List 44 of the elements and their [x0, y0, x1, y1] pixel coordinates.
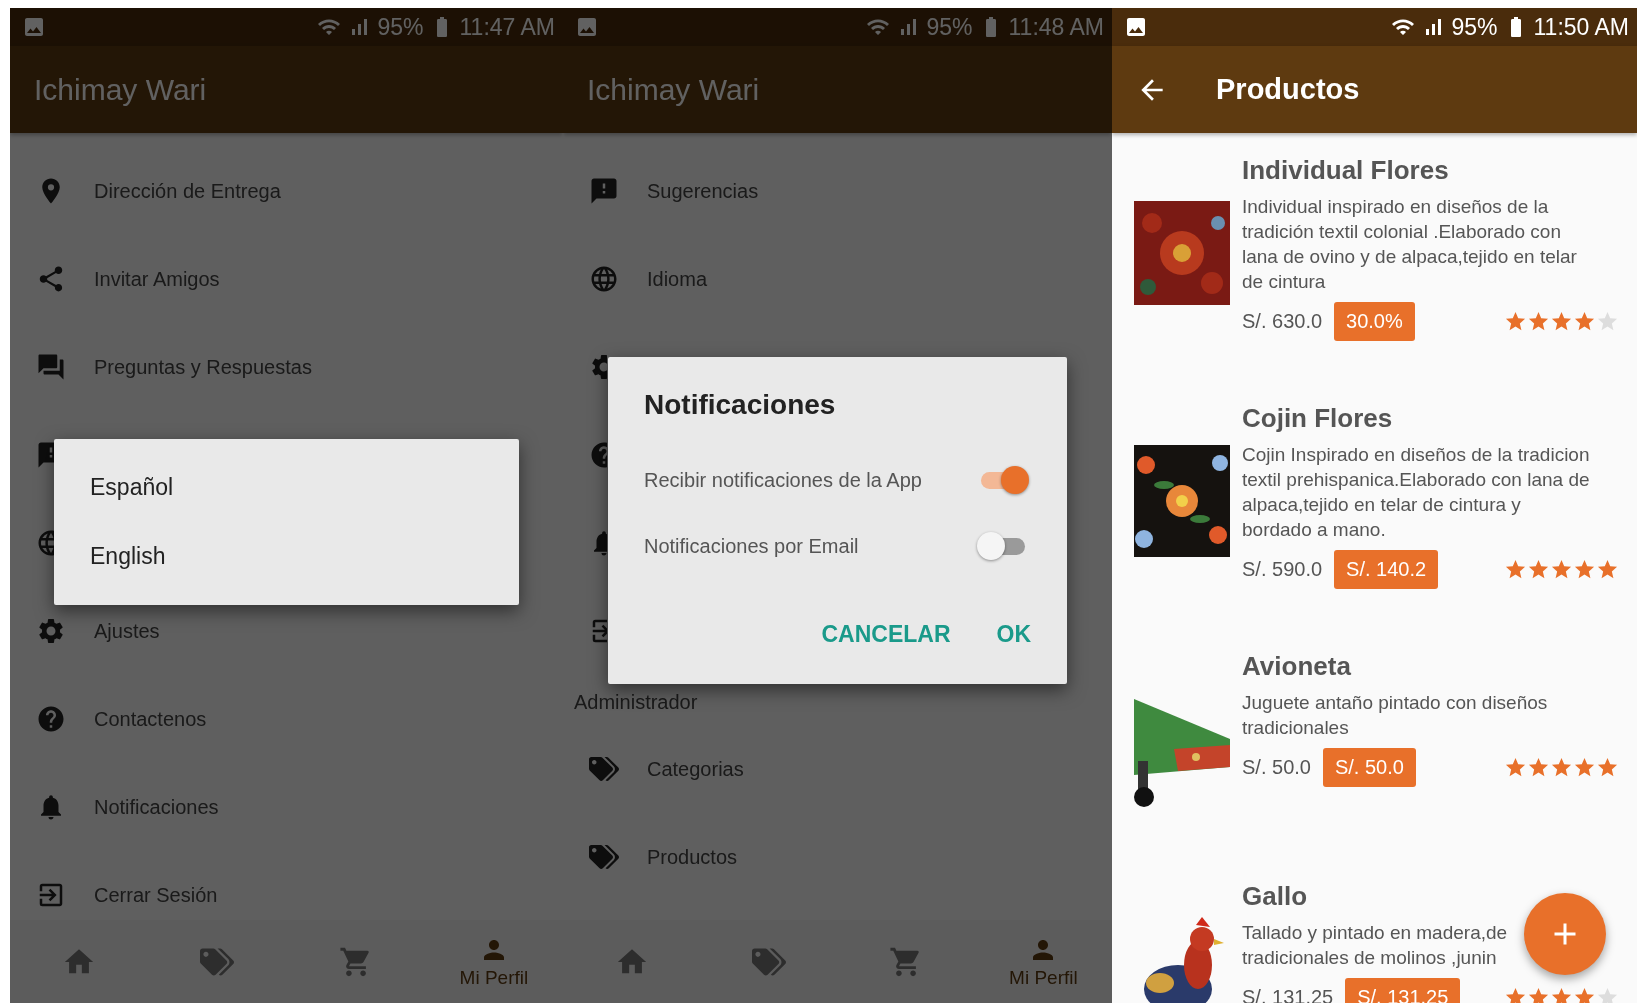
menu-item[interactable]: Preguntas y Respuestas: [94, 355, 312, 379]
menu-item[interactable]: Notificaciones: [94, 795, 219, 819]
app-title: Ichimay Wari: [587, 72, 760, 107]
product-name: Avioneta: [1242, 651, 1352, 682]
product-description: Juguete antaño pintado con diseños tradicionales: [1242, 691, 1549, 740]
clock-time: 11:48 AM: [1008, 13, 1104, 41]
product-description: Tallado y pintado en madera,de tradicionales de molinos ,junin: [1242, 921, 1509, 970]
section-heading: Administrador: [574, 689, 698, 715]
menu-item[interactable]: Ajustes: [94, 619, 160, 643]
app-title: Ichimay Wari: [34, 72, 207, 107]
nav-tab[interactable]: Mi Perfil: [974, 920, 1112, 1003]
discount-badge: S/. 140.2: [1334, 550, 1439, 589]
product-name: Gallo: [1242, 881, 1308, 912]
menu-item[interactable]: Sugerencias: [647, 179, 759, 203]
product-name: Cojin Flores: [1242, 403, 1394, 434]
product-description: Individual inspirado en diseños de la tradición textil colonial .Elaborado con lana de ovino y de alpaca,tejido en telar de cintura: [1242, 195, 1578, 294]
product-name: Individual Flores: [1242, 155, 1450, 186]
battery-percent: 95%: [1451, 13, 1498, 41]
app-title: Productos: [1216, 73, 1360, 106]
dialog-action-button[interactable]: CANCELAR: [809, 615, 963, 654]
switch-label: Recibir notificaciones de la App: [644, 468, 922, 492]
menu-item[interactable]: Invitar Amigos: [94, 267, 220, 291]
discount-badge: S/. 50.0: [1322, 748, 1416, 787]
clock-time: 11:47 AM: [459, 13, 555, 41]
menu-item[interactable]: Contactenos: [94, 707, 207, 731]
clock-time: 11:50 AM: [1533, 13, 1629, 41]
menu-item[interactable]: Idioma: [647, 267, 708, 291]
battery-percent: 95%: [926, 13, 973, 41]
product-price: S/. 630.0: [1242, 310, 1323, 333]
dialog-action-button[interactable]: OK: [984, 615, 1043, 654]
menu-item[interactable]: Productos: [647, 845, 738, 869]
discount-badge: 30.0%: [1334, 302, 1415, 341]
product-price: S/. 590.0: [1242, 558, 1323, 581]
language-option[interactable]: Español: [54, 453, 519, 522]
battery-percent: 95%: [377, 13, 424, 41]
switch-label: Notificaciones por Email: [644, 534, 859, 558]
menu-item[interactable]: Cerrar Sesión: [94, 883, 218, 907]
menu-item[interactable]: Categorias: [647, 757, 744, 781]
dialog-title: Notificaciones: [643, 388, 837, 422]
language-option[interactable]: English: [54, 522, 519, 591]
product-description: Cojin Inspirado en diseños de la tradicion textil prehispanica.Elaborado con lana de alpaca,tejido en telar de cintura y bordado a mano.: [1242, 443, 1591, 542]
menu-item[interactable]: Dirección de Entrega: [94, 179, 281, 203]
nav-tab[interactable]: Mi Perfil: [424, 920, 563, 1003]
product-price: S/. 50.0: [1242, 756, 1311, 779]
